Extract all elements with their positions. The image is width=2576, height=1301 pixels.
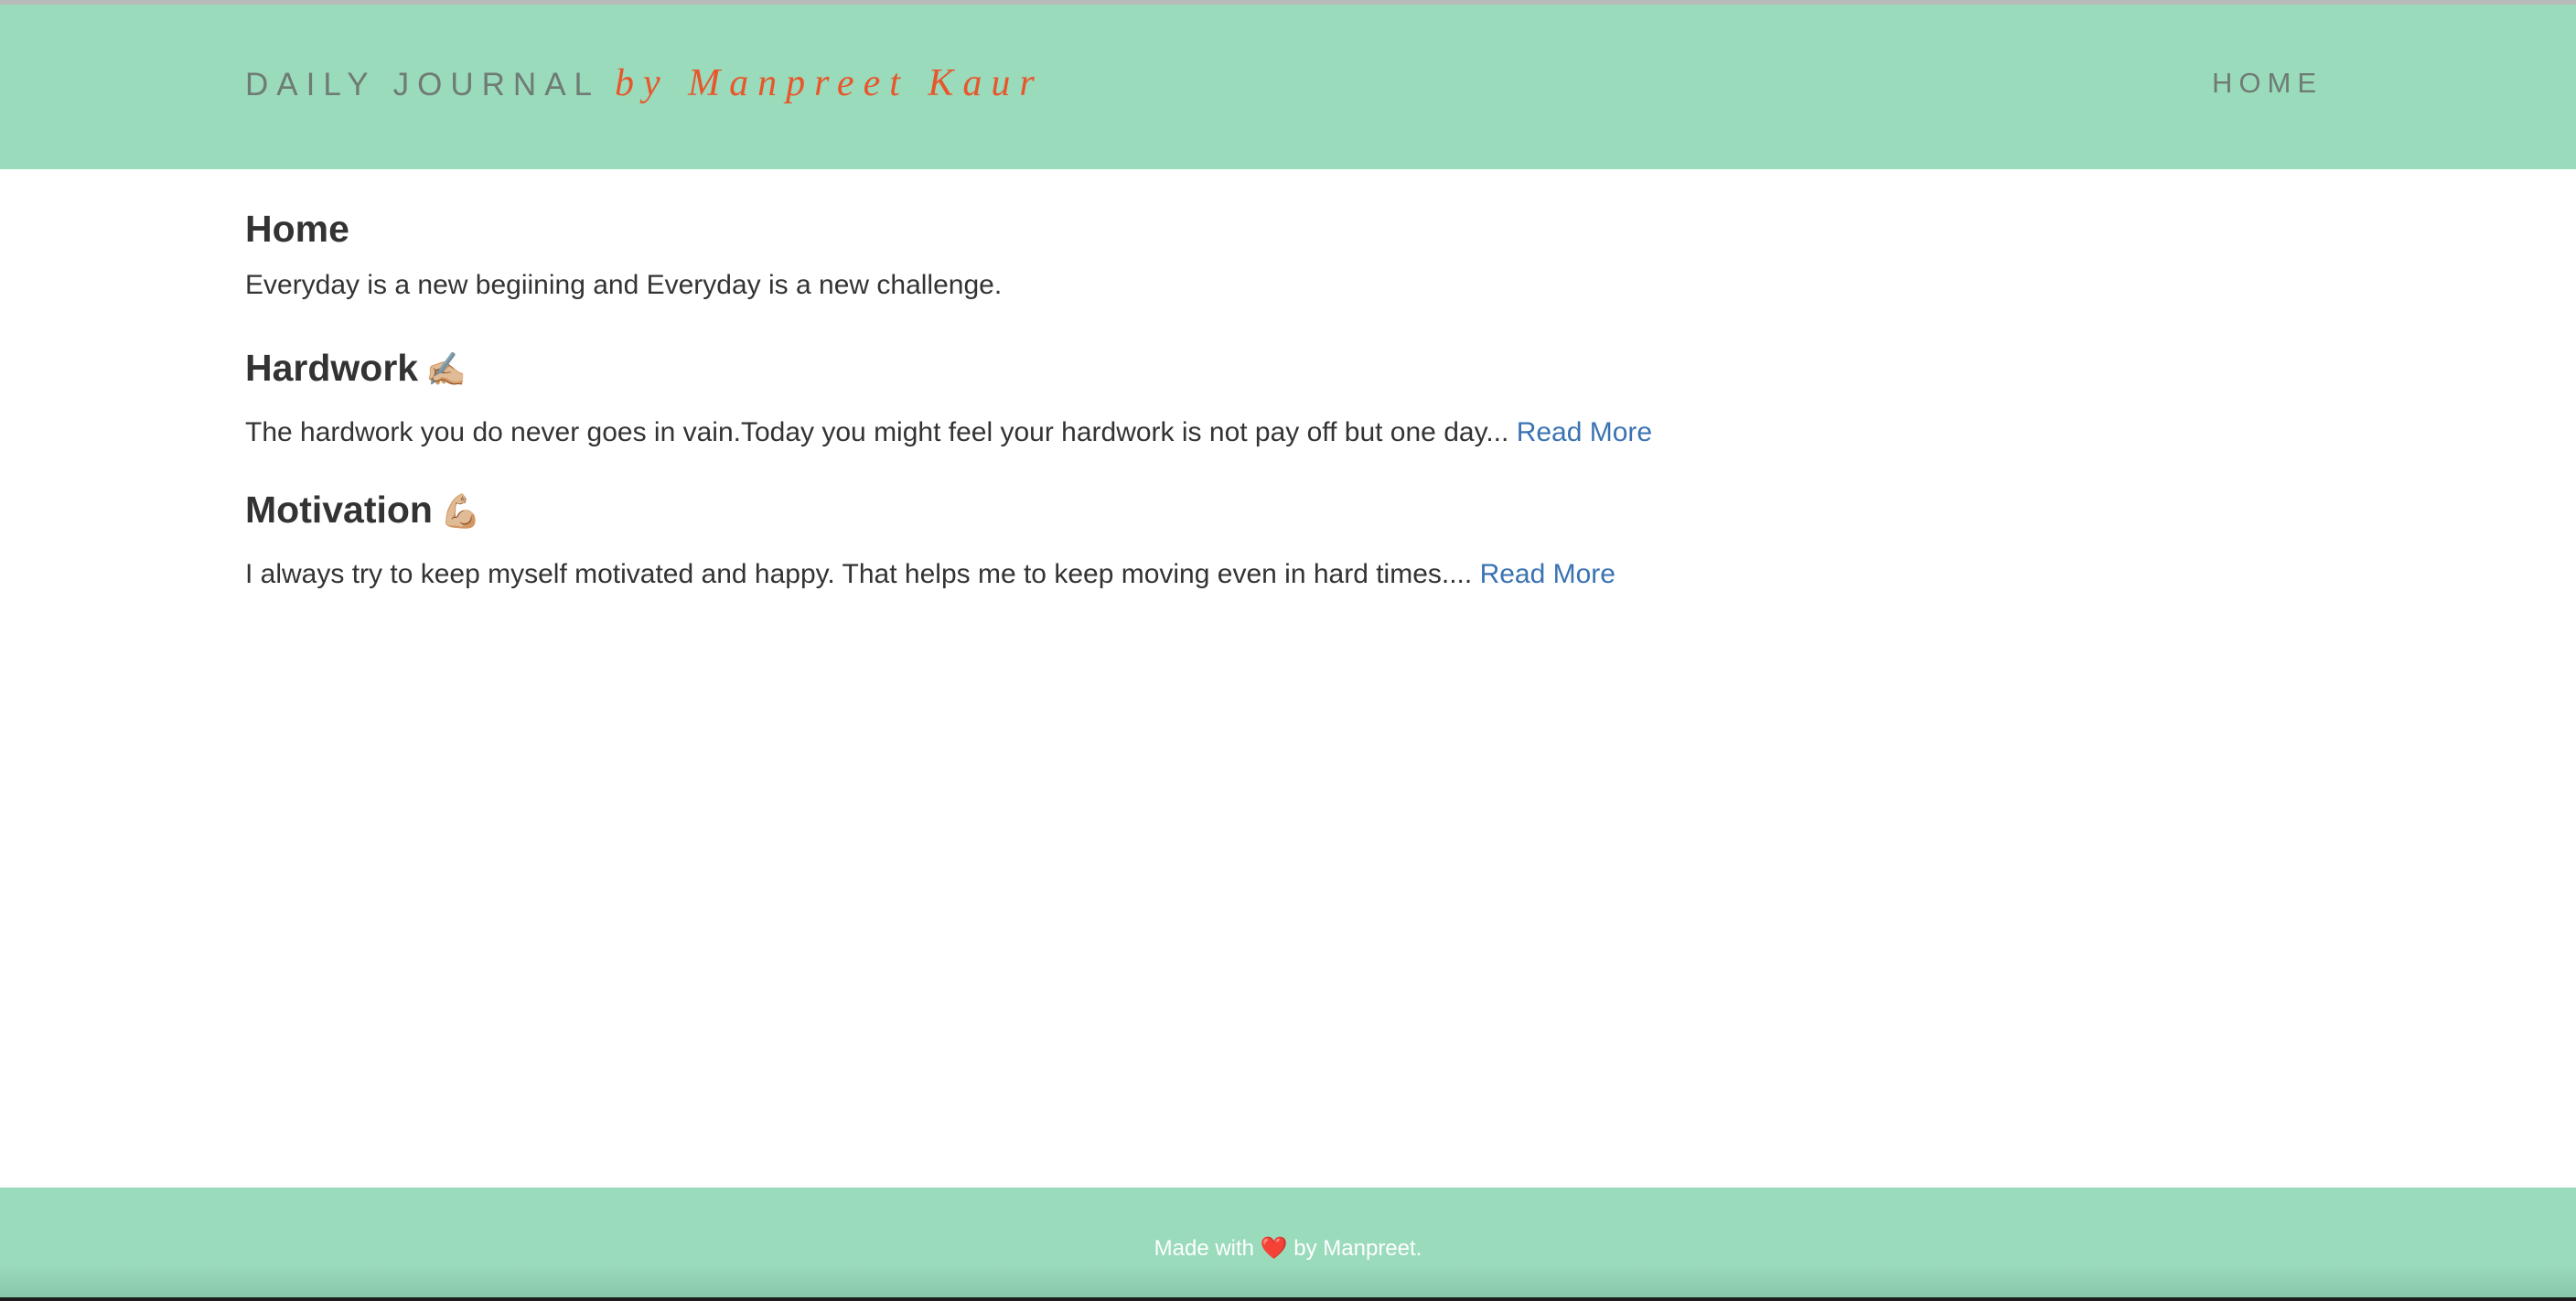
footer-prefix: Made with (1154, 1236, 1255, 1261)
read-more-link[interactable]: Read More (1517, 417, 1652, 447)
page-title: Home (245, 208, 349, 250)
post-title-text: Hardwork (245, 347, 419, 389)
read-more-link[interactable]: Read More (1480, 559, 1615, 589)
intro-text: Everyday is a new begiining and Everyday… (245, 270, 1003, 300)
page: DAILY JOURNAL by Manpreet Kaur HOME Home… (0, 0, 2576, 1301)
post-excerpt-text: I always try to keep myself motivated an… (245, 559, 1473, 589)
footer-text: Made with ❤️ by Manpreet. (0, 1230, 2576, 1267)
post-excerpt-text: The hardwork you do never goes in vain.T… (245, 417, 1509, 447)
post-title: Motivation 💪🏼 (245, 473, 2331, 549)
writing-hand-icon: ✍🏼 (425, 351, 467, 389)
post-motivation: Motivation 💪🏼 I always try to keep myself… (245, 473, 2331, 595)
flexed-biceps-icon: 💪🏼 (439, 493, 481, 531)
brand-author: by Manpreet Kaur (615, 62, 1044, 104)
post-excerpt: I always try to keep myself motivated an… (245, 554, 2331, 595)
brand-link[interactable]: DAILY JOURNAL by Manpreet Kaur (245, 58, 1044, 109)
brand-name: DAILY JOURNAL (245, 67, 601, 102)
footer: Made with ❤️ by Manpreet. (0, 1188, 2576, 1297)
post-hardwork: Hardwork ✍🏼 The hardwork you do never goe… (245, 331, 2331, 453)
post-title: Hardwork ✍🏼 (245, 331, 2331, 407)
main-content: Home Everyday is a new begiining and Eve… (245, 192, 2331, 595)
heart-icon: ❤️ (1260, 1235, 1288, 1261)
post-excerpt: The hardwork you do never goes in vain.T… (245, 413, 2331, 453)
navbar: DAILY JOURNAL by Manpreet Kaur HOME (0, 5, 2576, 169)
footer-suffix: by Manpreet. (1293, 1236, 1422, 1261)
window-bottom-edge (0, 1297, 2576, 1301)
post-title-text: Motivation (245, 489, 433, 531)
nav-home-link[interactable]: HOME (2212, 58, 2323, 109)
